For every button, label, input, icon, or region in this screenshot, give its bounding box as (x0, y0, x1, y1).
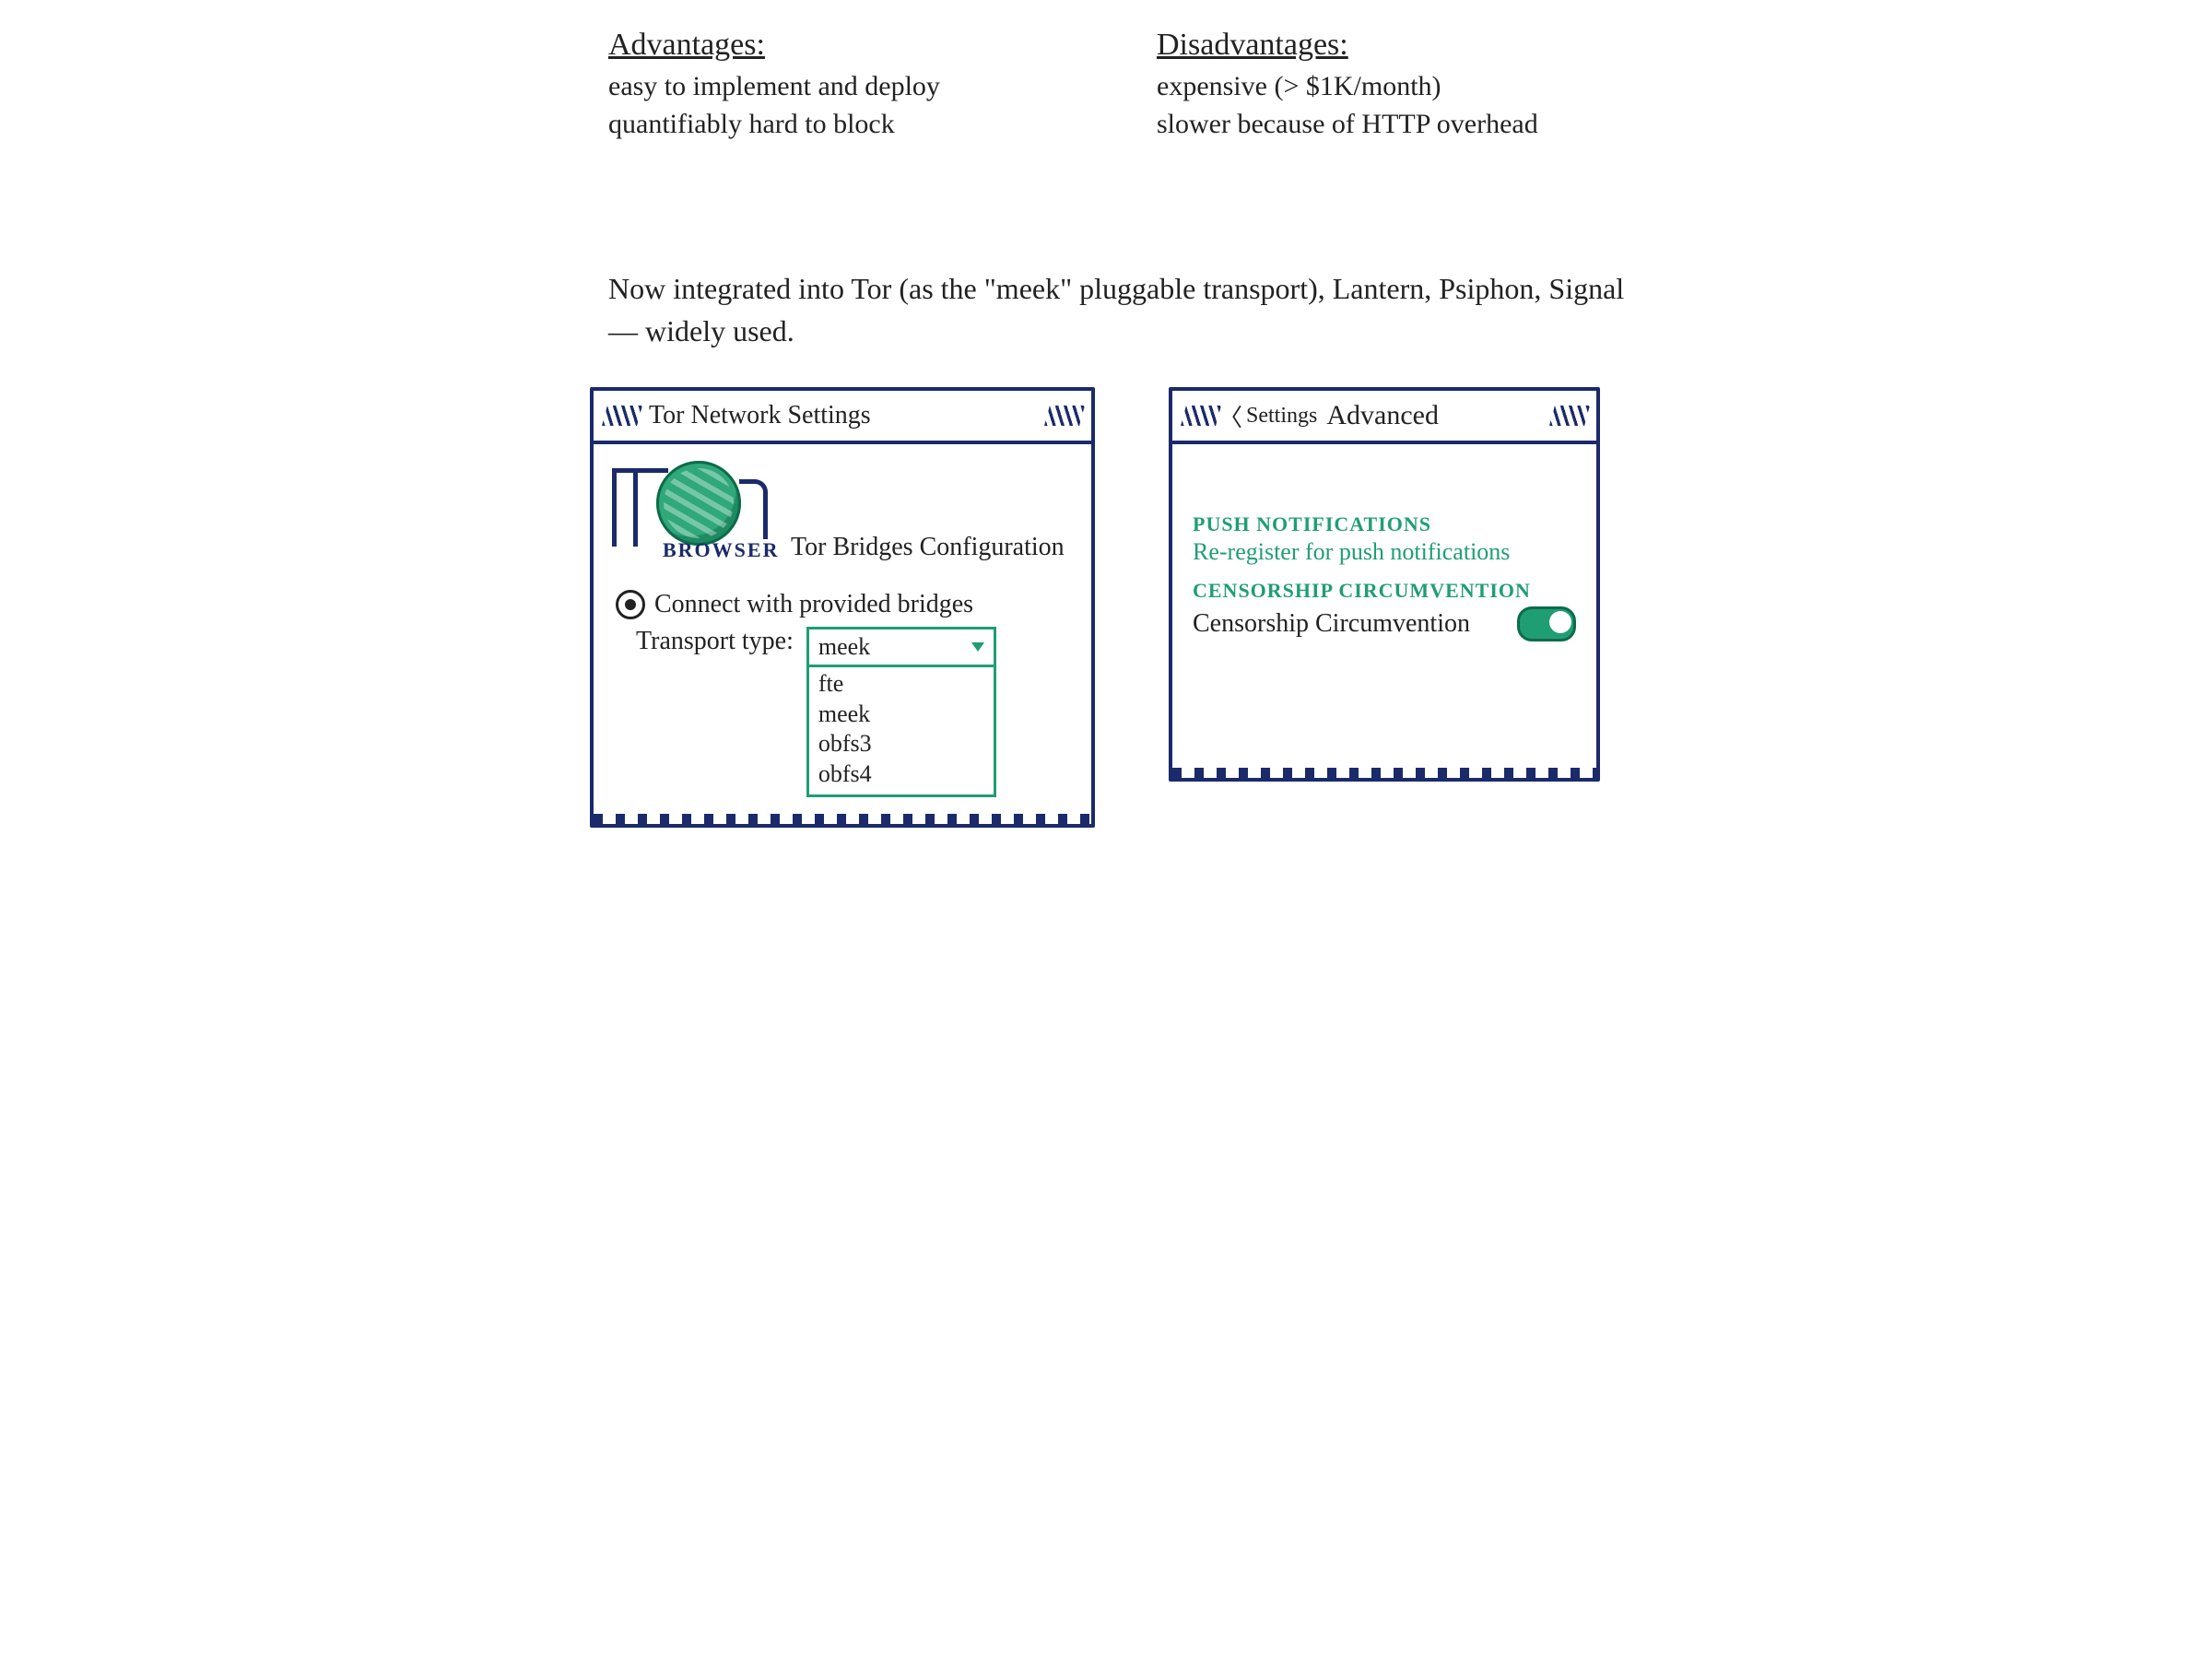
back-chevron-icon[interactable]: 〈 (1218, 399, 1242, 433)
tor-window-title: Tor Network Settings (649, 401, 871, 430)
disadvantages-block: Disadvantages: expensive (> $1K/month) s… (1157, 28, 1650, 143)
transport-type-dropdown[interactable]: meek fte meek obfs3 obfs4 (806, 627, 996, 797)
censorship-section: CENSORSHIP CIRCUMVENTION (1193, 579, 1576, 603)
transport-option[interactable]: fte (818, 669, 984, 700)
chevron-down-icon (971, 642, 984, 652)
reregister-push-item[interactable]: Re-register for push notifications (1193, 538, 1576, 566)
integration-note: Now integrated into Tor (as the "meek" p… (608, 267, 1650, 353)
advantages-line-1: easy to implement and deploy (608, 68, 1101, 106)
advantages-block: Advantages: easy to implement and deploy… (608, 28, 1101, 143)
signal-titlebar: 〈 Settings Advanced (1172, 391, 1596, 444)
radio-selected-icon (616, 590, 645, 619)
titlebar-hatch-icon (1549, 406, 1590, 426)
tor-settings-window: Tor Network Settings Tor Bridges Configu… (590, 387, 1095, 828)
push-notifications-section: PUSH NOTIFICATIONS (1193, 512, 1576, 536)
window-bottom-dash-icon (594, 814, 1091, 825)
tor-logo-caption: BROWSER (663, 538, 779, 562)
window-bottom-dash-icon (1172, 768, 1596, 779)
signal-advanced-window: 〈 Settings Advanced PUSH NOTIFICATIONS R… (1169, 387, 1600, 782)
transport-option[interactable]: obfs3 (818, 729, 984, 759)
provided-bridges-label: Connect with provided bridges (654, 590, 973, 619)
advantages-heading: Advantages: (608, 28, 1101, 63)
transport-selected-value: meek (818, 633, 870, 661)
transport-option[interactable]: meek (818, 700, 984, 730)
titlebar-hatch-icon (602, 406, 642, 426)
tor-titlebar: Tor Network Settings (594, 391, 1091, 444)
censorship-toggle[interactable] (1517, 606, 1576, 641)
bridges-config-heading: Tor Bridges Configuration (791, 533, 1065, 562)
titlebar-hatch-icon (1181, 406, 1221, 426)
transport-options-list: fte meek obfs3 obfs4 (809, 667, 994, 794)
toggle-knob-icon (1549, 611, 1571, 633)
advantages-line-2: quantifiably hard to block (608, 106, 1101, 144)
disadvantages-heading: Disadvantages: (1157, 28, 1650, 63)
back-to-settings-link[interactable]: Settings (1246, 404, 1317, 429)
transport-option[interactable]: obfs4 (818, 759, 984, 790)
disadvantages-line-2: slower because of HTTP overhead (1157, 106, 1650, 144)
censorship-toggle-label: Censorship Circumvention (1193, 609, 1470, 639)
transport-type-label: Transport type: (636, 627, 794, 656)
provided-bridges-radio[interactable]: Connect with provided bridges (616, 590, 1073, 619)
disadvantages-line-1: expensive (> $1K/month) (1157, 68, 1650, 106)
titlebar-hatch-icon (1044, 406, 1085, 426)
signal-window-title: Advanced (1326, 400, 1439, 431)
